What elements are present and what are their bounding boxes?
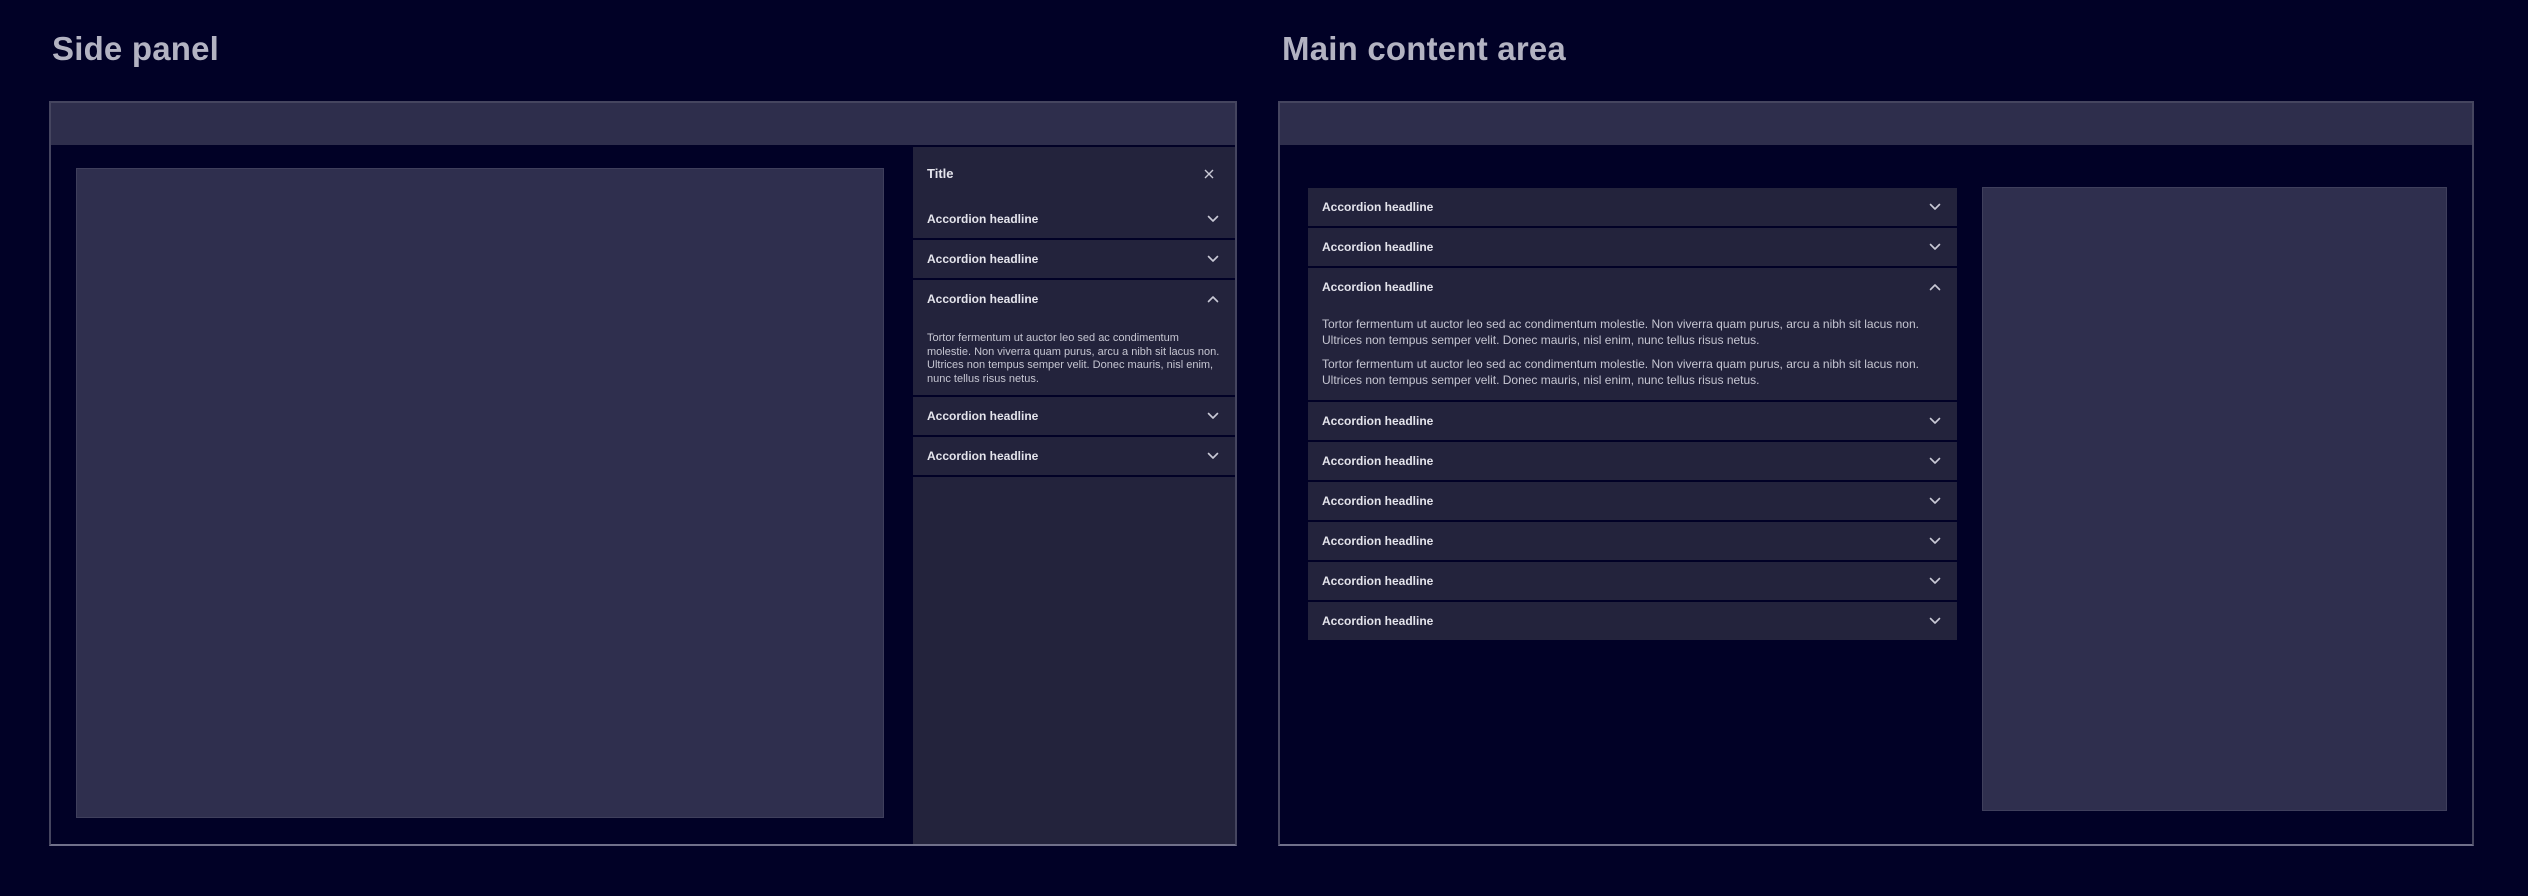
chevron-down-icon xyxy=(1207,452,1219,460)
chevron-down-icon xyxy=(1929,457,1941,465)
accordion-header[interactable]: Accordion headline xyxy=(1308,482,1957,520)
accordion-label: Accordion headline xyxy=(1322,614,1433,628)
accordion-paragraph: Tortor fermentum ut auctor leo sed ac co… xyxy=(927,332,1221,386)
accordion-header[interactable]: Accordion headline xyxy=(1308,228,1957,266)
accordion-label: Accordion headline xyxy=(1322,494,1433,508)
side-panel-topbar xyxy=(51,103,1235,145)
main-content-placeholder xyxy=(1982,187,2447,811)
main-content-topbar xyxy=(1280,103,2472,145)
accordion-item: Accordion headline xyxy=(1308,482,1957,522)
chevron-down-icon xyxy=(1929,617,1941,625)
accordion-item: Accordion headline xyxy=(1308,188,1957,228)
drawer-accordion-list: Accordion headlineAccordion headlineAcco… xyxy=(913,200,1235,477)
accordion-label: Accordion headline xyxy=(927,292,1038,306)
accordion-item: Accordion headline xyxy=(1308,562,1957,602)
accordion-header[interactable]: Accordion headline xyxy=(913,240,1235,278)
chevron-down-icon xyxy=(1929,203,1941,211)
accordion-label: Accordion headline xyxy=(927,252,1038,266)
side-panel-demo: Title Accordion headlineAccordion headli… xyxy=(49,101,1237,846)
accordion-header[interactable]: Accordion headline xyxy=(1308,562,1957,600)
accordion-item: Accordion headline xyxy=(1308,602,1957,642)
accordion-header[interactable]: Accordion headline xyxy=(913,280,1235,318)
drawer-header: Title xyxy=(913,147,1235,200)
close-button[interactable] xyxy=(1199,164,1219,184)
accordion-label: Accordion headline xyxy=(927,449,1038,463)
side-panel-drawer: Title Accordion headlineAccordion headli… xyxy=(913,147,1235,844)
chevron-up-icon xyxy=(1929,283,1941,291)
accordion-header[interactable]: Accordion headline xyxy=(913,437,1235,475)
chevron-down-icon xyxy=(1929,537,1941,545)
accordion-header[interactable]: Accordion headline xyxy=(1308,402,1957,440)
accordion-header[interactable]: Accordion headline xyxy=(1308,268,1957,306)
accordion-header[interactable]: Accordion headline xyxy=(1308,602,1957,640)
accordion-content: Tortor fermentum ut auctor leo sed ac co… xyxy=(1308,306,1957,400)
accordion-label: Accordion headline xyxy=(1322,200,1433,214)
chevron-down-icon xyxy=(1929,243,1941,251)
accordion-item: Accordion headline xyxy=(1308,522,1957,562)
chevron-down-icon xyxy=(1207,215,1219,223)
accordion-header[interactable]: Accordion headline xyxy=(913,200,1235,238)
accordion-item: Accordion headline xyxy=(1308,402,1957,442)
main-content-heading: Main content area xyxy=(1282,30,1566,68)
chevron-up-icon xyxy=(1207,295,1219,303)
accordion-label: Accordion headline xyxy=(1322,280,1433,294)
chevron-down-icon xyxy=(1929,577,1941,585)
accordion-paragraph: Tortor fermentum ut auctor leo sed ac co… xyxy=(1322,356,1941,388)
side-panel-heading: Side panel xyxy=(52,30,219,68)
accordion-item: Accordion headline Tortor fermentum ut au… xyxy=(1308,268,1957,402)
accordion-item: Accordion headline xyxy=(1308,228,1957,268)
accordion-label: Accordion headline xyxy=(1322,240,1433,254)
accordion-paragraph: Tortor fermentum ut auctor leo sed ac co… xyxy=(1322,316,1941,348)
accordion-label: Accordion headline xyxy=(927,212,1038,226)
side-panel-content-placeholder xyxy=(76,168,884,818)
accordion-label: Accordion headline xyxy=(1322,454,1433,468)
main-accordion-list: Accordion headlineAccordion headlineAcco… xyxy=(1308,188,1957,642)
accordion-item: Accordion headline Tortor fermentum ut au… xyxy=(913,280,1235,397)
accordion-label: Accordion headline xyxy=(927,409,1038,423)
x-icon xyxy=(1203,168,1215,180)
accordion-item: Accordion headline xyxy=(1308,442,1957,482)
accordion-header[interactable]: Accordion headline xyxy=(1308,522,1957,560)
accordion-header[interactable]: Accordion headline xyxy=(1308,442,1957,480)
accordion-label: Accordion headline xyxy=(1322,574,1433,588)
accordion-item: Accordion headline xyxy=(913,437,1235,477)
drawer-title: Title xyxy=(927,166,954,181)
chevron-down-icon xyxy=(1929,497,1941,505)
chevron-down-icon xyxy=(1207,255,1219,263)
accordion-item: Accordion headline xyxy=(913,397,1235,437)
accordion-header[interactable]: Accordion headline xyxy=(913,397,1235,435)
accordion-item: Accordion headline xyxy=(913,200,1235,240)
chevron-down-icon xyxy=(1929,417,1941,425)
accordion-header[interactable]: Accordion headline xyxy=(1308,188,1957,226)
accordion-content: Tortor fermentum ut auctor leo sed ac co… xyxy=(913,318,1235,395)
main-content-demo: Accordion headlineAccordion headlineAcco… xyxy=(1278,101,2474,846)
accordion-label: Accordion headline xyxy=(1322,534,1433,548)
accordion-item: Accordion headline xyxy=(913,240,1235,280)
chevron-down-icon xyxy=(1207,412,1219,420)
accordion-label: Accordion headline xyxy=(1322,414,1433,428)
